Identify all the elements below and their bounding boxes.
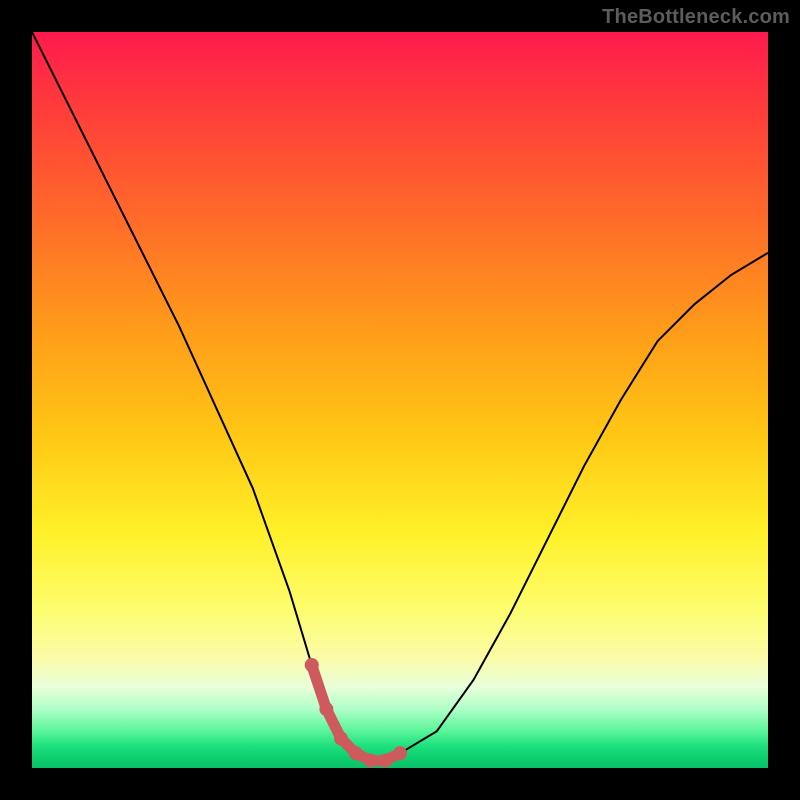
plot-area <box>32 32 768 768</box>
chart-frame: TheBottleneck.com <box>0 0 800 800</box>
watermark-text: TheBottleneck.com <box>602 6 790 29</box>
heat-gradient-background <box>32 32 768 768</box>
